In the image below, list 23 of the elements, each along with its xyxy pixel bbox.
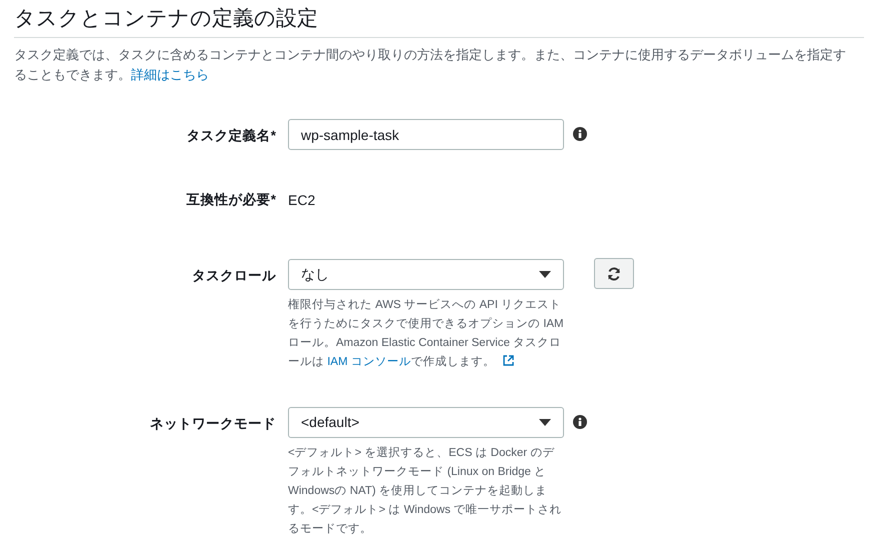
caret-icon bbox=[539, 419, 551, 426]
info-icon[interactable] bbox=[573, 127, 587, 141]
refresh-button[interactable] bbox=[594, 258, 634, 289]
select-field[interactable]: なし bbox=[288, 259, 564, 290]
text-input-field[interactable]: wp-sample-task bbox=[288, 119, 564, 150]
field-label: ネットワークモード bbox=[150, 415, 276, 433]
caret-icon bbox=[539, 271, 551, 278]
select-value: なし bbox=[301, 265, 329, 284]
details-link[interactable]: 詳細はこちら bbox=[131, 67, 209, 82]
refresh-icon bbox=[607, 266, 621, 280]
console-link[interactable]: IAM コンソール bbox=[327, 356, 411, 368]
external-link-icon[interactable] bbox=[502, 355, 514, 366]
field-label: タスクロール bbox=[192, 267, 276, 285]
field-label: 互換性が必要* bbox=[186, 191, 276, 209]
description-text: タスク定義では、タスクに含めるコンテナとコンテナ間のやり取りの方法を指定します。また、コンテナに使用するデータボリュームを指定することもできます。詳細はこちら bbox=[14, 46, 847, 84]
select-value: <default> bbox=[301, 413, 360, 432]
info-icon[interactable] bbox=[573, 415, 587, 429]
help-text: 権限付与された AWS サービスへの API リクエストを行うためにタスクで使用できるオプションの IAM ロール。Amazon Elastic Container Service タスクロールは IAM コンソールで作成します。 bbox=[288, 298, 564, 370]
select-field[interactable]: <default> bbox=[288, 407, 564, 438]
field-value: EC2 bbox=[288, 191, 316, 210]
section-title: タスクとコンテナの定義の設定 bbox=[14, 4, 864, 38]
help-text: <デフォルト> を選択すると、ECS は Docker のデフォルトネットワークモード (Linux on Bridge と Windowsの NAT) を使用してコンテナを起動します。<デフォルト> は Windows で唯一サポートされるモードです。 bbox=[288, 446, 563, 537]
field-label: タスク定義名* bbox=[186, 127, 276, 145]
